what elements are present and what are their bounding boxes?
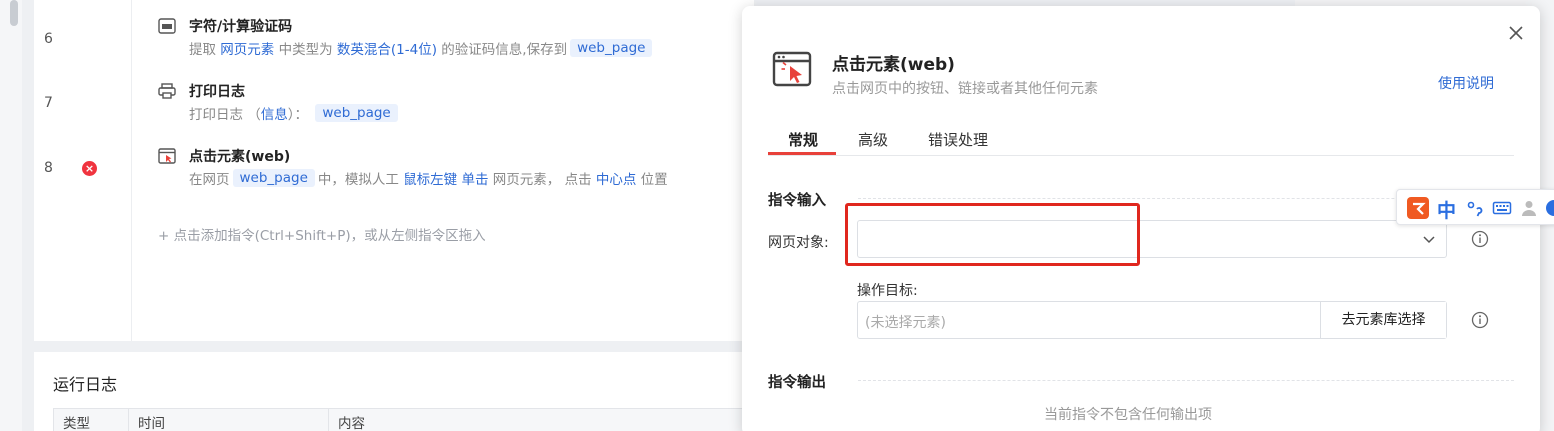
ime-toolbar: 中	[1396, 189, 1554, 225]
desc-text: 的验证码信息,保存到	[441, 42, 568, 58]
active-tab-indicator	[768, 152, 836, 155]
variable-tag[interactable]: web_page	[315, 104, 398, 122]
user-icon[interactable]	[1519, 198, 1539, 218]
desc-text: ）：	[287, 107, 309, 123]
param-link[interactable]: 信息	[261, 103, 288, 123]
left-scrollbar-thumb[interactable]	[10, 0, 18, 26]
param-link[interactable]: 网页元素	[220, 38, 274, 58]
error-icon[interactable]: ×	[82, 161, 97, 176]
step-title: 点击元素(web)	[189, 149, 291, 165]
help-link[interactable]: 使用说明	[1438, 73, 1494, 93]
captcha-icon	[158, 18, 176, 34]
no-output-message: 当前指令不包含任何输出项	[1044, 407, 1212, 423]
line-number-column: 6 7 8 ×	[34, 0, 132, 341]
tab-general[interactable]: 常规	[788, 129, 818, 150]
line-number: 7	[44, 95, 53, 111]
dialog-subtitle: 点击网页中的按钮、链接或者其他任何元素	[832, 81, 1098, 97]
param-link[interactable]: 鼠标左键	[403, 168, 457, 188]
param-link[interactable]: 数英混合(1-4位)	[337, 38, 437, 58]
run-log-title: 运行日志	[53, 375, 118, 394]
log-column-content[interactable]: 内容	[329, 409, 753, 431]
log-column-type[interactable]: 类型	[54, 409, 129, 431]
left-scrollbar[interactable]	[0, 0, 22, 431]
dialog-tabs: 常规 高级 错误处理	[768, 124, 1514, 156]
variable-tag[interactable]: web_page	[232, 169, 315, 187]
page-object-label: 网页对象:	[768, 235, 829, 251]
ime-mode-toggle[interactable]: 中	[1437, 196, 1456, 223]
operation-target-label: 操作目标:	[857, 283, 918, 299]
operation-target-placeholder: (未选择元素)	[865, 315, 946, 331]
section-divider	[858, 380, 1514, 381]
click-element-icon	[158, 148, 176, 164]
chevron-down-icon[interactable]	[1422, 232, 1436, 246]
ime-more-icon[interactable]	[1544, 198, 1554, 218]
keyboard-icon[interactable]	[1492, 198, 1512, 218]
step-title: 字符/计算验证码	[189, 19, 293, 35]
param-link[interactable]: 单击	[461, 168, 488, 188]
param-link[interactable]: 中心点	[596, 168, 637, 188]
ime-logo-icon[interactable]	[1407, 197, 1429, 219]
operation-target-field[interactable]: (未选择元素) 去元素库选择	[857, 301, 1447, 339]
flow-editor-panel: 6 7 8 × 字符/计算验证码 提取 网页元素 中类型为 数英混合(1-4位)…	[34, 0, 754, 341]
info-icon[interactable]	[1471, 230, 1489, 248]
desc-text: 打印日志 （	[189, 107, 261, 123]
info-icon[interactable]	[1471, 311, 1489, 329]
desc-text: 在网页	[189, 172, 230, 188]
punctuation-icon[interactable]	[1465, 198, 1485, 218]
desc-text: 中类型为	[278, 42, 333, 58]
step-description: 打印日志 （ 信息 ）： web_page	[189, 103, 401, 123]
tab-error-handling[interactable]: 错误处理	[928, 129, 988, 150]
highlight-box	[845, 203, 1140, 266]
log-table-header: 类型 时间 内容	[53, 408, 754, 431]
run-log-panel: 运行日志 类型 时间 内容	[34, 352, 754, 431]
instruction-output-section-title: 指令输出	[768, 375, 826, 391]
add-instruction-hint[interactable]: + 点击添加指令(Ctrl+Shift+P)，或从左侧指令区拖入	[158, 224, 486, 244]
line-number: 8	[44, 160, 53, 176]
step-description: 提取 网页元素 中类型为 数英混合(1-4位) 的验证码信息,保存到 web_p…	[189, 38, 655, 58]
desc-text: 网页元素， 点击	[492, 172, 592, 188]
variable-tag[interactable]: web_page	[570, 39, 653, 57]
close-icon[interactable]	[1506, 23, 1526, 43]
line-number: 6	[44, 31, 53, 47]
desc-text: 位置	[640, 172, 668, 188]
step-title: 打印日志	[189, 84, 245, 100]
dialog-title: 点击元素(web)	[832, 55, 955, 75]
printer-icon	[158, 83, 176, 99]
desc-text: 中，模拟人工	[317, 172, 399, 188]
desc-text: 提取	[189, 42, 216, 58]
click-element-icon	[772, 51, 812, 87]
log-column-time[interactable]: 时间	[129, 409, 329, 431]
instruction-input-section-title: 指令输入	[768, 193, 826, 209]
step-description: 在网页 web_page 中，模拟人工 鼠标左键 单击 网页元素， 点击 中心点…	[189, 168, 668, 188]
tab-advanced[interactable]: 高级	[858, 129, 888, 150]
element-library-button[interactable]: 去元素库选择	[1320, 302, 1446, 338]
